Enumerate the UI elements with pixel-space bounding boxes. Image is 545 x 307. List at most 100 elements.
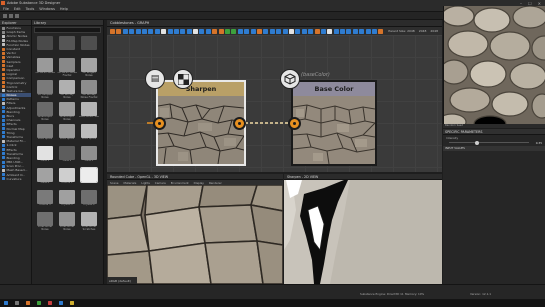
- node-shortcut-icon[interactable]: [135, 28, 141, 34]
- library-item[interactable]: Blue Noise Fast: [79, 102, 99, 121]
- library-item[interactable]: [57, 36, 77, 55]
- menu-tools[interactable]: Tools: [26, 7, 35, 11]
- node-shortcut-icon[interactable]: [308, 28, 314, 34]
- app-taskbar-icon-4[interactable]: [70, 301, 74, 305]
- parent-size-label[interactable]: Parent Size: 2048: [388, 29, 414, 33]
- size-y-select[interactable]: 2048: [430, 29, 438, 33]
- node-shortcut-icon[interactable]: [269, 28, 275, 34]
- node-shortcut-icon[interactable]: [186, 28, 192, 34]
- node-shortcut-icon[interactable]: [365, 28, 371, 34]
- node-shortcut-icon[interactable]: [359, 28, 365, 34]
- node-shortcut-icon[interactable]: [122, 28, 128, 34]
- node-shortcut-icon[interactable]: [148, 28, 154, 34]
- substance-taskbar-icon[interactable]: [26, 301, 30, 305]
- minimize-icon[interactable]: –: [520, 1, 522, 6]
- node-shortcut-icon[interactable]: [314, 28, 320, 34]
- menu-edit[interactable]: Edit: [14, 7, 21, 11]
- node-shortcut-icon[interactable]: [110, 28, 115, 34]
- library-item[interactable]: Directional Scratches: [79, 212, 99, 231]
- node-shortcut-icon[interactable]: [372, 28, 378, 34]
- library-item[interactable]: 3D Simplex Noise: [35, 80, 55, 99]
- texture-2d-view[interactable]: [443, 6, 545, 124]
- library-item[interactable]: Crystal 2: [79, 190, 99, 209]
- library-item[interactable]: [79, 36, 99, 55]
- node-shortcut-icon[interactable]: [199, 28, 205, 34]
- maximize-icon[interactable]: ☐: [528, 1, 532, 6]
- open-icon[interactable]: [9, 14, 13, 18]
- menu-renderer[interactable]: Renderer: [209, 181, 222, 185]
- node-shortcut-icon[interactable]: [256, 28, 262, 34]
- library-item[interactable]: Clouds 2: [79, 167, 99, 187]
- library-item[interactable]: Crystal 1: [57, 190, 77, 209]
- node-shortcut-icon[interactable]: [161, 28, 167, 34]
- node-shortcut-icon[interactable]: [340, 28, 346, 34]
- start-icon[interactable]: [4, 301, 8, 305]
- menu-display[interactable]: Display: [194, 181, 204, 185]
- node-shortcut-icon[interactable]: [237, 28, 243, 34]
- node-shortcut-icon[interactable]: [295, 28, 301, 34]
- library-item[interactable]: 3D Worley Noise Fractal: [79, 80, 99, 99]
- menu-materials[interactable]: Materials: [124, 181, 137, 185]
- size-x-select[interactable]: 2048: [419, 29, 427, 33]
- save-icon[interactable]: [15, 14, 19, 18]
- library-item[interactable]: 3D Worley Noise: [57, 80, 77, 99]
- library-item[interactable]: Directional Noise: [35, 212, 55, 231]
- app-taskbar-icon-3[interactable]: [59, 301, 63, 305]
- library-item[interactable]: Cells 3: [79, 146, 99, 165]
- search-icon[interactable]: [15, 301, 19, 305]
- explorer-item[interactable]: Curvature: [0, 177, 31, 181]
- app-taskbar-icon-2[interactable]: [48, 301, 52, 305]
- library-item[interactable]: 3D Ridged Noise: [79, 58, 99, 77]
- new-icon[interactable]: [3, 14, 7, 18]
- library-search-input[interactable]: [34, 27, 101, 33]
- library-item[interactable]: BnW Spots: [35, 124, 55, 143]
- node-shortcut-icon[interactable]: [250, 28, 256, 34]
- app-taskbar-icon[interactable]: [37, 301, 41, 305]
- node-shortcut-icon[interactable]: [263, 28, 269, 34]
- library-item[interactable]: BnW Spots: [79, 124, 99, 143]
- close-icon[interactable]: ✕: [538, 1, 541, 6]
- library-item[interactable]: 3D Perlin Noise: [35, 58, 55, 77]
- library-item[interactable]: [35, 36, 55, 55]
- menu-lights[interactable]: Lights: [141, 181, 149, 185]
- library-item[interactable]: Clouds 1: [57, 168, 77, 187]
- node-shortcut-icon[interactable]: [244, 28, 250, 34]
- input-values-section[interactable]: INPUT VALUES: [443, 146, 545, 151]
- node-shortcut-icon[interactable]: [180, 28, 186, 34]
- library-item[interactable]: Anisotropic Noise: [35, 102, 55, 121]
- library-item[interactable]: Directional Noise: [57, 212, 77, 231]
- menu-file[interactable]: File: [3, 7, 9, 11]
- colorspace-label[interactable]: sRGB (default): [109, 279, 131, 283]
- menu-scene[interactable]: Scene: [110, 181, 119, 185]
- library-item[interactable]: Cells 1: [35, 146, 55, 165]
- cube-icon[interactable]: [280, 69, 300, 89]
- base-color-node[interactable]: Base Color: [291, 80, 377, 166]
- menu-windows[interactable]: Windows: [39, 7, 55, 11]
- node-shortcut-icon[interactable]: [116, 28, 122, 34]
- node-shortcut-icon[interactable]: [205, 28, 211, 34]
- node-shortcut-icon[interactable]: [141, 28, 147, 34]
- node-shortcut-icon[interactable]: [327, 28, 333, 34]
- intensity-slider-knob[interactable]: [475, 140, 479, 145]
- node-shortcut-icon[interactable]: [225, 28, 231, 34]
- library-item[interactable]: 3D Perlin Noise Fractal: [57, 58, 77, 77]
- menu-environment[interactable]: Environment: [171, 181, 189, 185]
- library-item[interactable]: Anisotropic Noise: [57, 102, 77, 121]
- node-shortcut-icon[interactable]: [301, 28, 307, 34]
- sharpen-output-port[interactable]: [233, 117, 246, 130]
- node-shortcut-icon[interactable]: [129, 28, 135, 34]
- node-shortcut-icon[interactable]: [288, 28, 294, 34]
- node-shortcut-icon[interactable]: [173, 28, 179, 34]
- library-item[interactable]: Clouds 3: [35, 190, 55, 209]
- node-shortcut-icon[interactable]: [212, 28, 218, 34]
- graph-canvas[interactable]: Sharpen ▤ Base Color (baseColor): [107, 35, 442, 172]
- library-item[interactable]: Cells 4: [35, 168, 55, 187]
- node-shortcut-icon[interactable]: [282, 28, 288, 34]
- node-shortcut-icon[interactable]: [231, 28, 237, 34]
- document-icon[interactable]: ▤: [145, 69, 165, 89]
- node-shortcut-icon[interactable]: [276, 28, 282, 34]
- node-shortcut-icon[interactable]: [167, 28, 173, 34]
- sharpen-2d-viewport[interactable]: [284, 180, 442, 284]
- node-shortcut-icon[interactable]: [320, 28, 326, 34]
- tab-library[interactable]: Library: [32, 20, 103, 26]
